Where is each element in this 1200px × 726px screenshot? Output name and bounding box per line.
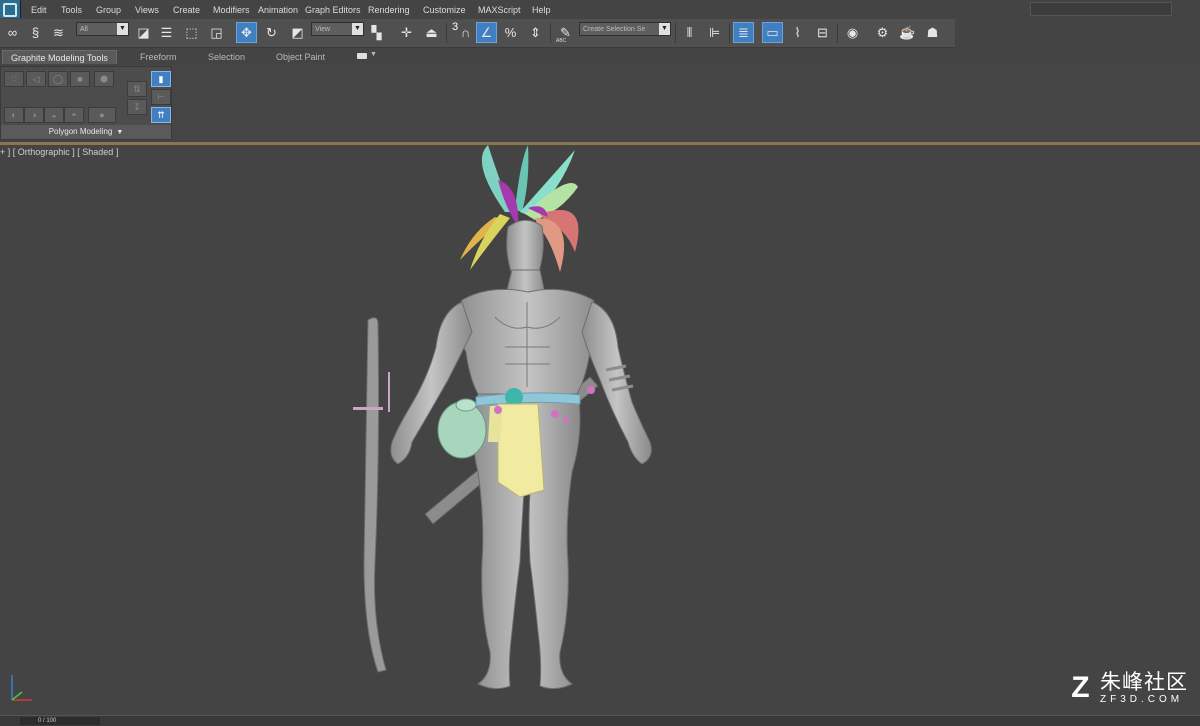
vertex-mode-icon[interactable]: ∵ <box>4 71 24 87</box>
menu-views[interactable]: Views <box>135 5 159 15</box>
axis-tripod <box>11 675 32 701</box>
menu-create[interactable]: Create <box>173 5 200 15</box>
watermark-logo: Z <box>1071 671 1090 704</box>
perspective-viewport[interactable]: + ] [ Orthographic ] [ Shaded ] Z 朱峰社区 Z… <box>0 143 1200 715</box>
chevron-down-icon: ▼ <box>116 129 124 136</box>
repeat-last-icon[interactable]: ● <box>88 107 116 123</box>
ignore-backfacing-icon[interactable]: ◓ <box>64 107 84 123</box>
select-by-name-icon[interactable]: ☰ <box>156 22 177 43</box>
material-editor-icon[interactable]: ◉ <box>842 22 863 43</box>
tab-graphite-modeling-tools[interactable]: Graphite Modeling Tools <box>2 50 117 65</box>
percent-snap-icon[interactable]: % <box>500 22 521 43</box>
collapse-stack-icon[interactable]: ⊢ <box>151 89 171 105</box>
modify-mode-icon[interactable]: ⇅ <box>127 81 147 97</box>
app-window: Edit Tools Group Views Create Modifiers … <box>0 0 1200 726</box>
link-icon[interactable]: ∞ <box>2 22 23 43</box>
menu-edit[interactable]: Edit <box>31 5 47 15</box>
app-logo-icon <box>3 3 17 17</box>
menu-help[interactable]: Help <box>532 5 551 15</box>
unlink-icon[interactable]: § <box>25 22 46 43</box>
menu-rendering[interactable]: Rendering <box>368 5 410 15</box>
menu-animation[interactable]: Animation <box>258 5 298 15</box>
scale-icon[interactable]: ◩ <box>287 22 308 43</box>
character-model[interactable] <box>0 145 1200 715</box>
toolbar-separator <box>446 23 447 43</box>
pin-stack-icon[interactable]: ↧ <box>127 99 147 115</box>
ribbon-tab-bar: Graphite Modeling Tools Freeform Selecti… <box>0 48 1200 65</box>
toolbar-separator <box>675 23 676 43</box>
chevron-down-icon: ▼ <box>352 23 363 35</box>
render-setup-icon[interactable]: ⚙ <box>872 22 893 43</box>
window-crossing-icon[interactable]: ◲ <box>206 22 227 43</box>
tab-selection[interactable]: Selection <box>208 50 245 64</box>
schematic-view-icon[interactable]: ⊟ <box>812 22 833 43</box>
graphite-toggle-icon[interactable]: ▭ <box>762 22 783 43</box>
manipulate-icon[interactable]: ✛ <box>396 22 417 43</box>
katana-mesh[interactable] <box>353 317 390 673</box>
chevron-down-icon: ▼ <box>117 23 128 35</box>
menu-bar: Edit Tools Group Views Create Modifiers … <box>0 0 1200 19</box>
previous-modifier-icon[interactable]: ◑ <box>24 107 44 123</box>
infocenter-search[interactable] <box>1030 2 1172 16</box>
menu-customize[interactable]: Customize <box>423 5 466 15</box>
preserve-uvs-icon[interactable]: ◒ <box>44 107 64 123</box>
next-modifier-icon[interactable]: ◐ <box>4 107 24 123</box>
toolbar-separator <box>837 23 838 43</box>
spinner-snap-icon[interactable]: ⇕ <box>525 22 546 43</box>
toolbar-separator <box>550 23 551 43</box>
menu-graph-editors[interactable]: Graph Editors <box>305 5 361 15</box>
polygon-mode-icon[interactable]: ■ <box>70 71 90 87</box>
curve-editor-icon[interactable]: ⌇ <box>787 22 808 43</box>
snap-icon[interactable]: ∩ <box>455 22 476 43</box>
selection-filter-dropdown[interactable]: All ▼ <box>76 22 129 36</box>
tab-freeform[interactable]: Freeform <box>140 50 177 64</box>
bind-spacewarp-icon[interactable]: ≋ <box>48 22 69 43</box>
menu-group[interactable]: Group <box>96 5 121 15</box>
watermark-title: 朱峰社区 <box>1100 670 1188 694</box>
abc-label: ABC <box>556 38 567 44</box>
site-watermark: Z 朱峰社区 ZF3D.COM <box>1071 671 1188 705</box>
element-mode-icon[interactable]: ⬢ <box>94 71 114 87</box>
rendered-frame-icon[interactable]: ☕ <box>897 22 918 43</box>
show-end-result-icon[interactable]: ▮ <box>151 71 171 87</box>
use-soft-selection-icon[interactable]: ⇈ <box>151 107 171 123</box>
move-icon[interactable]: ✥ <box>236 22 257 43</box>
rotate-icon[interactable]: ↻ <box>261 22 282 43</box>
polygon-modeling-group: ∵ ◁ ◯ ■ ⬢ ⇅ ↧ ▮ ⊢ ⇈ ◐ ◑ ◒ ◓ ● Polygon Mo… <box>0 66 172 140</box>
render-icon[interactable]: ☗ <box>922 22 943 43</box>
chevron-down-icon[interactable]: ▼ <box>370 51 377 58</box>
menu-modifiers[interactable]: Modifiers <box>213 5 250 15</box>
ribbon-panel: ∵ ◁ ◯ ■ ⬢ ⇅ ↧ ▮ ⊢ ⇈ ◐ ◑ ◒ ◓ ● Polygon Mo… <box>0 64 1200 143</box>
toolbar-separator <box>729 23 730 43</box>
main-toolbar: ∞ § ≋ All ▼ ◪ ☰ ⬚ ◲ ✥ ↻ ◩ View ▼ ▚ ✛ ⏏ 3 ∩… <box>0 19 955 48</box>
ribbon-minimize-toggle[interactable] <box>357 53 367 59</box>
chevron-down-icon: ▼ <box>659 23 670 35</box>
select-object-icon[interactable]: ◪ <box>133 22 154 43</box>
keyboard-shortcut-icon[interactable]: ⏏ <box>421 22 442 43</box>
edge-mode-icon[interactable]: ◁ <box>26 71 46 87</box>
menu-tools[interactable]: Tools <box>61 5 82 15</box>
align-icon[interactable]: ⊫ <box>704 22 725 43</box>
time-slider[interactable]: 0 / 100 <box>20 717 100 725</box>
time-slider-bar: 0 / 100 <box>0 715 1200 726</box>
layer-manager-icon[interactable]: ≣ <box>733 22 754 43</box>
named-selection-dropdown[interactable]: Create Selection Se ▼ <box>579 22 671 36</box>
polygon-modeling-dropdown[interactable]: Polygon Modeling ▼ <box>1 125 171 139</box>
rect-region-icon[interactable]: ⬚ <box>181 22 202 43</box>
application-button[interactable] <box>0 0 21 18</box>
mirror-icon[interactable]: ⫴ <box>679 22 700 43</box>
menu-maxscript[interactable]: MAXScript <box>478 5 521 15</box>
border-mode-icon[interactable]: ◯ <box>48 71 68 87</box>
reference-coordinate-dropdown[interactable]: View ▼ <box>311 22 364 36</box>
tab-object-paint[interactable]: Object Paint <box>276 50 325 64</box>
angle-snap-icon[interactable]: ∠ <box>476 22 497 43</box>
watermark-url: ZF3D.COM <box>1100 693 1184 705</box>
pivot-icon[interactable]: ▚ <box>366 22 387 43</box>
